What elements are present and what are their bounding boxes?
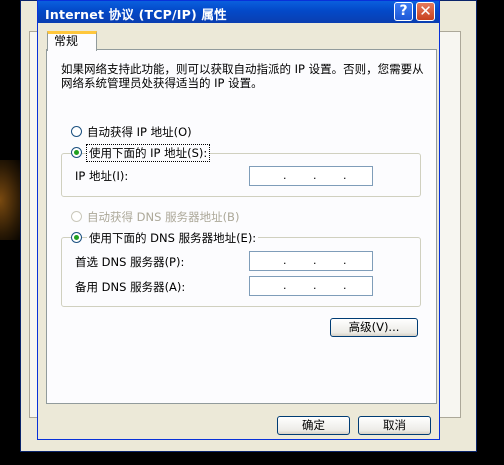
- auto-ip-radio[interactable]: [71, 126, 82, 137]
- manual-ip-label[interactable]: 使用下面的 IP 地址(S):: [85, 144, 211, 162]
- close-button[interactable]: ✕: [416, 2, 435, 21]
- auto-dns-label[interactable]: 自动获得 DNS 服务器地址(B): [87, 209, 239, 225]
- auto-dns-radio[interactable]: [71, 211, 82, 222]
- tab-general[interactable]: 常规: [47, 31, 97, 51]
- tcpip-properties-dialog: Internet 协议 (TCP/IP) 属性 ? ✕ 如果网络支持此功能，则可…: [37, 0, 440, 440]
- preferred-dns-label: 首选 DNS 服务器(P):: [75, 255, 185, 269]
- help-button[interactable]: ?: [394, 2, 413, 21]
- title-bar[interactable]: Internet 协议 (TCP/IP) 属性 ? ✕: [38, 1, 439, 23]
- dns-server-group: [61, 237, 421, 307]
- general-tab-panel: 如果网络支持此功能，则可以获取自动指派的 IP 设置。否则，您需要从网络系统管理…: [46, 49, 437, 404]
- description-text: 如果网络支持此功能，则可以获取自动指派的 IP 设置。否则，您需要从网络系统管理…: [61, 62, 424, 90]
- preferred-dns-input[interactable]: . . .: [249, 251, 373, 271]
- auto-ip-label[interactable]: 自动获得 IP 地址(O): [87, 124, 192, 140]
- ip-address-input[interactable]: . . .: [249, 166, 373, 186]
- close-icon: ✕: [419, 2, 432, 20]
- ip-address-label: IP 地址(I):: [75, 169, 129, 183]
- alternate-dns-label: 备用 DNS 服务器(A):: [75, 280, 186, 294]
- alternate-dns-input[interactable]: . . .: [249, 276, 373, 296]
- help-icon: ?: [399, 3, 408, 19]
- dialog-title: Internet 协议 (TCP/IP) 属性: [45, 7, 227, 22]
- ok-button[interactable]: 确定: [277, 416, 350, 435]
- advanced-button[interactable]: 高级(V)...: [330, 318, 418, 337]
- manual-dns-radio[interactable]: [71, 232, 82, 243]
- manual-dns-label[interactable]: 使用下面的 DNS 服务器地址(E):: [87, 230, 259, 246]
- manual-ip-radio[interactable]: [71, 147, 82, 158]
- cancel-button[interactable]: 取消: [358, 416, 431, 435]
